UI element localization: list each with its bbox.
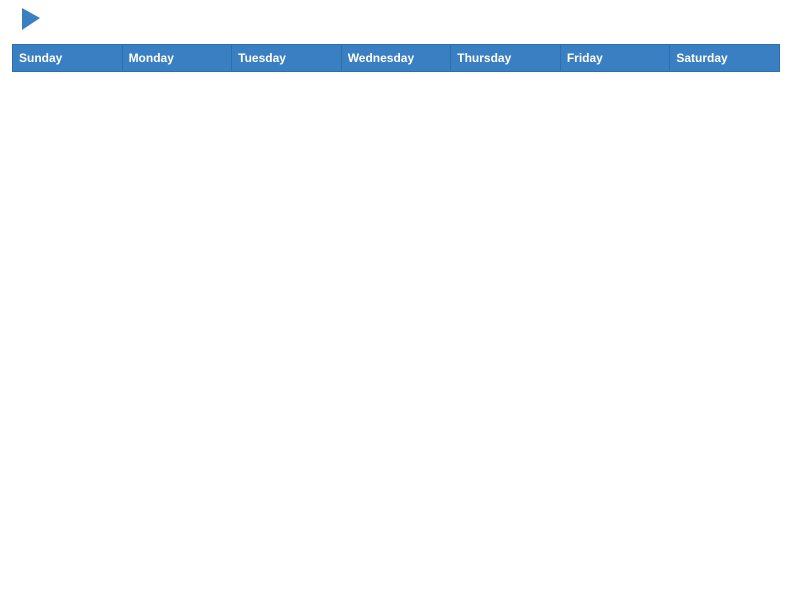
day-of-week-header: Saturday bbox=[670, 44, 780, 71]
day-of-week-header: Sunday bbox=[13, 44, 123, 71]
logo-arrow-icon bbox=[22, 8, 40, 30]
day-of-week-header: Monday bbox=[122, 44, 232, 71]
logo bbox=[20, 16, 40, 36]
calendar-header-row: SundayMondayTuesdayWednesdayThursdayFrid… bbox=[13, 44, 780, 71]
day-of-week-header: Wednesday bbox=[341, 44, 451, 71]
page-header bbox=[0, 0, 792, 44]
calendar-table: SundayMondayTuesdayWednesdayThursdayFrid… bbox=[12, 44, 780, 72]
day-of-week-header: Friday bbox=[560, 44, 670, 71]
day-of-week-header: Thursday bbox=[451, 44, 561, 71]
day-of-week-header: Tuesday bbox=[232, 44, 342, 71]
